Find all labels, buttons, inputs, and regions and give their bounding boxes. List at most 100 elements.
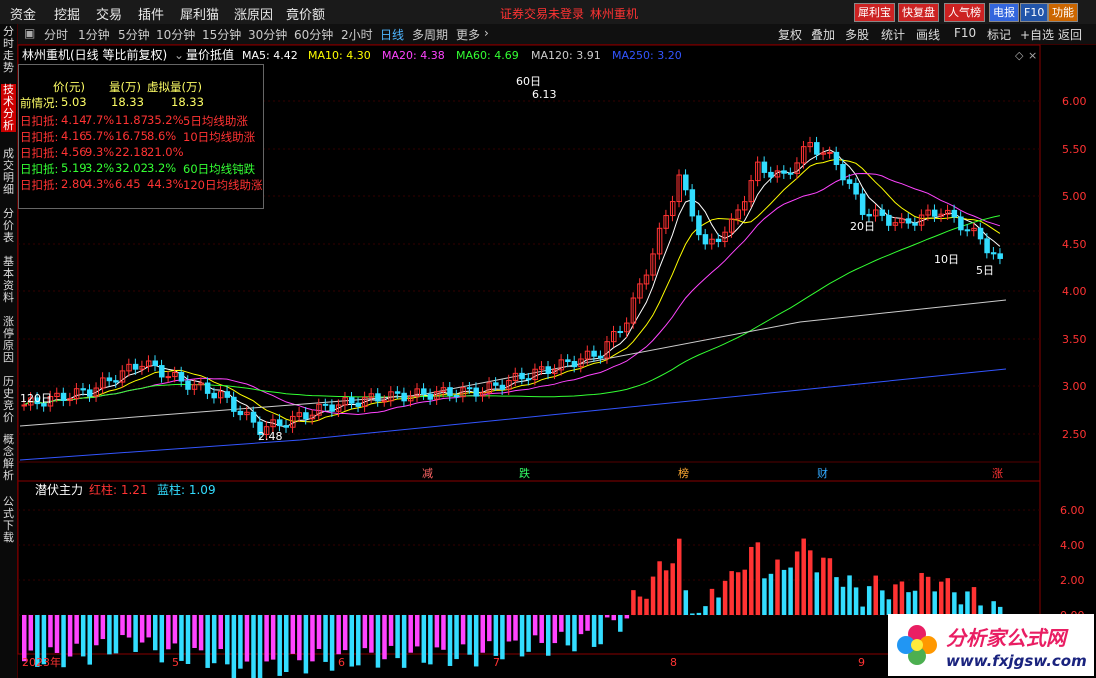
candle-body bbox=[250, 411, 257, 423]
sub-bar bbox=[546, 615, 551, 656]
candle-body bbox=[427, 393, 434, 400]
sub-bar bbox=[153, 615, 158, 651]
candle-body bbox=[276, 419, 283, 427]
price-tick: 4.50 bbox=[1062, 238, 1087, 251]
sub-bar bbox=[742, 569, 747, 615]
indicator-name[interactable]: 量价抵值 bbox=[186, 47, 234, 62]
sub-bar bbox=[657, 561, 662, 615]
sub-bar bbox=[663, 570, 669, 615]
sub-bar bbox=[179, 615, 184, 661]
annot-high: 6.13 bbox=[532, 88, 557, 101]
sub-bar bbox=[513, 615, 518, 641]
candle-body bbox=[689, 189, 696, 217]
sub-bar bbox=[80, 615, 86, 657]
candle-body bbox=[473, 387, 479, 397]
sub-tick: 6.00 bbox=[1060, 504, 1085, 517]
event-marker[interactable]: 跌 bbox=[519, 466, 530, 480]
event-marker[interactable]: 榜 bbox=[678, 466, 689, 480]
sub-title: 潜伏主力 bbox=[35, 483, 83, 497]
info-row-note: 10日均线助涨 bbox=[183, 130, 256, 144]
info-prev-vol: 18.33 bbox=[111, 95, 144, 109]
info-header-vol: 量(万) bbox=[109, 80, 141, 94]
candle-body bbox=[571, 361, 578, 368]
candle-body bbox=[178, 371, 185, 382]
candle-body bbox=[355, 402, 362, 407]
sub-bar bbox=[297, 615, 302, 661]
sub-bar bbox=[74, 615, 79, 644]
sub-bar bbox=[565, 615, 571, 646]
info-row-t4: 3.2% bbox=[147, 161, 177, 175]
info-header-vvol: 虚拟量(万) bbox=[147, 80, 202, 94]
diamond-icon[interactable]: ◇ bbox=[1015, 49, 1024, 62]
sub-bar bbox=[421, 615, 427, 663]
date-label: 9 bbox=[858, 656, 865, 669]
candle-body bbox=[204, 382, 211, 394]
sub-bar bbox=[624, 615, 630, 619]
candle-body bbox=[683, 174, 689, 191]
info-row-text: 4.16 bbox=[61, 129, 87, 143]
date-label: 8 bbox=[670, 656, 677, 669]
sub-bar bbox=[847, 575, 852, 615]
sub-bar bbox=[722, 580, 728, 615]
sub-bar bbox=[342, 615, 348, 651]
sub-bar bbox=[336, 615, 341, 655]
chevron-down-icon[interactable]: ⌄ bbox=[174, 48, 184, 62]
event-marker[interactable]: 财 bbox=[817, 466, 828, 480]
candle-body bbox=[113, 380, 119, 383]
sub-bar bbox=[67, 615, 73, 657]
sub-bar bbox=[146, 615, 151, 638]
candle-body bbox=[781, 170, 787, 174]
sub-bar bbox=[395, 615, 400, 659]
main-title: 林州重机(日线 等比前复权) bbox=[22, 47, 167, 62]
sub-bar bbox=[840, 586, 846, 615]
sub-red-label: 红柱: 1.21 bbox=[89, 482, 148, 497]
sub-bar bbox=[185, 615, 191, 664]
watermark: 分析家公式网 www.fxjgsw.com bbox=[888, 614, 1094, 676]
sub-bar bbox=[356, 615, 361, 666]
sub-bar bbox=[899, 581, 905, 615]
flower-logo bbox=[897, 625, 937, 665]
sub-bar bbox=[61, 615, 66, 668]
close-icon[interactable]: × bbox=[1028, 49, 1037, 62]
info-row-note: 120日均线助涨 bbox=[183, 178, 263, 192]
info-row-t2: 7.7% bbox=[85, 113, 115, 127]
candle-body bbox=[21, 404, 27, 407]
candle-body bbox=[224, 391, 231, 398]
info-row-t4: 8.6% bbox=[147, 129, 177, 143]
sub-bar bbox=[696, 612, 702, 615]
sub-bar bbox=[598, 615, 603, 645]
price-tick: 2.50 bbox=[1062, 428, 1087, 441]
sub-bar bbox=[94, 615, 99, 646]
sub-bar bbox=[54, 615, 60, 653]
candle-body bbox=[211, 392, 217, 399]
sub-bar bbox=[310, 615, 315, 662]
candle-body bbox=[453, 394, 460, 398]
sub-bar bbox=[480, 615, 485, 653]
sub-bar bbox=[991, 601, 996, 615]
info-row-t4: 44.3% bbox=[147, 177, 184, 191]
sub-bar bbox=[231, 615, 237, 678]
sub-bar bbox=[159, 615, 165, 663]
sub-bar bbox=[487, 615, 492, 642]
sub-bar bbox=[893, 584, 898, 615]
sub-bar bbox=[729, 571, 734, 615]
event-marker[interactable]: 减 bbox=[422, 467, 433, 480]
sub-bar bbox=[218, 615, 223, 650]
candle-body bbox=[165, 376, 172, 379]
sub-bar bbox=[709, 588, 715, 615]
sub-bar bbox=[48, 615, 53, 648]
annot-60: 60日 bbox=[516, 75, 541, 88]
sub-bar bbox=[120, 615, 125, 636]
sub-bar bbox=[971, 587, 977, 615]
ma120-line bbox=[19, 299, 1007, 427]
candle-body bbox=[349, 397, 355, 404]
candle-body bbox=[866, 213, 872, 217]
sub-bar bbox=[329, 615, 335, 671]
sub-bar bbox=[434, 615, 440, 648]
info-row-label: 日扣抵: bbox=[20, 130, 59, 144]
sub-bar bbox=[794, 551, 800, 615]
event-marker[interactable]: 涨 bbox=[992, 467, 1003, 480]
sub-bar bbox=[873, 575, 878, 615]
sub-bar bbox=[827, 558, 833, 615]
candle-body bbox=[886, 214, 892, 226]
